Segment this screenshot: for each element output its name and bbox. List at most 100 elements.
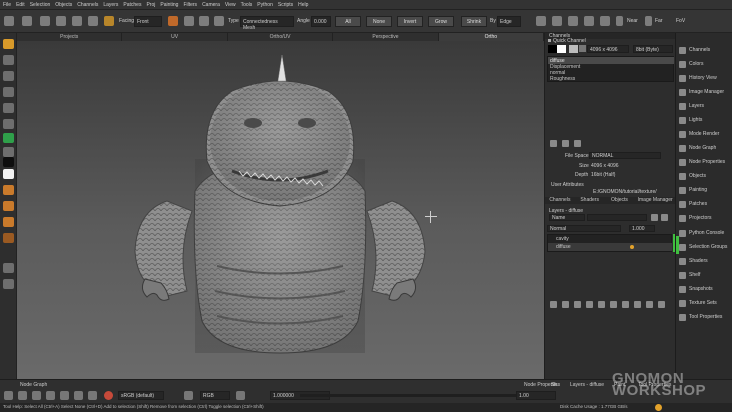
sidebar-item-objects[interactable]: Objects: [679, 171, 706, 181]
menu-objects[interactable]: Objects: [55, 2, 72, 8]
undo-bottom-icon[interactable]: [18, 391, 27, 400]
sidebar-item-node-graph[interactable]: Node Graph: [679, 143, 716, 153]
foreground-color-swatch[interactable]: [3, 157, 14, 167]
lasso-icon[interactable]: [184, 16, 194, 26]
tab-channels[interactable]: Channels: [545, 197, 575, 204]
tab-ortho-uv[interactable]: Ortho/UV: [228, 33, 334, 41]
paint-mode-icon[interactable]: [104, 16, 114, 26]
add-channel-icon[interactable]: [550, 140, 557, 147]
background-color-swatch[interactable]: [3, 169, 14, 179]
sidebar-item-colors[interactable]: Colors: [679, 59, 703, 69]
menu-channels[interactable]: Channels: [77, 2, 98, 8]
sidebar-item-node-properties[interactable]: Node Properties: [679, 157, 725, 167]
sidebar-item-layers[interactable]: Layers: [679, 101, 704, 111]
far-toggle-icon[interactable]: [645, 16, 652, 26]
layout-icon[interactable]: [3, 263, 14, 273]
camera-icon[interactable]: [552, 16, 562, 26]
rotate-icon[interactable]: [46, 391, 55, 400]
layer-search-field[interactable]: [587, 214, 647, 221]
sidebar-item-projectors[interactable]: Projectors: [679, 213, 712, 223]
wireframe-icon[interactable]: [584, 16, 594, 26]
shrink-button[interactable]: Shrink: [461, 16, 487, 27]
tab-node-graph[interactable]: Node Graph: [20, 382, 47, 388]
paint-tool-icon[interactable]: [3, 119, 14, 129]
tab-objects[interactable]: Objects: [605, 197, 635, 204]
duplicate-layer-icon[interactable]: [610, 301, 617, 308]
smudge-tool-icon[interactable]: [3, 185, 14, 195]
sidebar-item-painting[interactable]: Painting: [679, 185, 707, 195]
gamma-field[interactable]: 1.00: [516, 391, 556, 400]
layer-options-icon[interactable]: [634, 301, 641, 308]
blur-tool-icon[interactable]: [3, 201, 14, 211]
menu-tools[interactable]: Tools: [241, 2, 253, 8]
facing-dropdown[interactable]: Front: [134, 16, 162, 27]
menu-layers[interactable]: Layers: [103, 2, 118, 8]
brush-icon[interactable]: [72, 16, 82, 26]
brush-settings-icon[interactable]: [3, 233, 14, 243]
scale-tool-icon[interactable]: [3, 87, 14, 97]
near-toggle-icon[interactable]: [616, 16, 623, 26]
by-dropdown[interactable]: Edge: [497, 16, 521, 27]
sidebar-item-selection-groups[interactable]: Selection Groups: [679, 242, 727, 252]
channel-settings-icon[interactable]: [562, 140, 569, 147]
menu-file[interactable]: File: [3, 2, 11, 8]
menu-edit[interactable]: Edit: [16, 2, 25, 8]
sidebar-item-mode-render[interactable]: Mode Render: [679, 129, 719, 139]
channel-view-dropdown[interactable]: RGB: [200, 391, 230, 400]
menu-filters[interactable]: Filters: [183, 2, 197, 8]
creature-model[interactable]: [17, 41, 544, 379]
color-wheel-icon[interactable]: [104, 391, 113, 400]
sidebar-item-snapshots[interactable]: Snapshots: [679, 284, 713, 294]
sidebar-item-texture-sets[interactable]: Texture Sets: [679, 298, 717, 308]
add-layer-icon[interactable]: [550, 301, 557, 308]
tab-shaders[interactable]: Shaders: [575, 197, 605, 204]
select-none-button[interactable]: None: [366, 16, 392, 27]
fill-tool-icon[interactable]: [3, 133, 14, 143]
layer-search-icon[interactable]: [651, 214, 658, 221]
add-mask-icon[interactable]: [586, 301, 593, 308]
tab-layers-diffuse[interactable]: Layers - diffuse: [570, 382, 604, 388]
sidebar-item-tool-properties[interactable]: Tool Properties: [679, 312, 722, 322]
channel-size-dropdown[interactable]: 4096 x 4096: [587, 45, 629, 53]
sidebar-item-channels[interactable]: Channels: [679, 45, 710, 55]
menu-patches[interactable]: Patches: [123, 2, 141, 8]
type-dropdown[interactable]: Connectedness Mesh: [240, 16, 294, 31]
new-project-icon[interactable]: [4, 16, 14, 26]
ellipse-icon[interactable]: [214, 16, 224, 26]
open-icon[interactable]: [22, 16, 32, 26]
layer-trash-icon[interactable]: [661, 214, 668, 221]
blend-mode-dropdown[interactable]: Normal: [547, 225, 621, 232]
layer-cache-icon[interactable]: [646, 301, 653, 308]
sidebar-item-lights[interactable]: Lights: [679, 115, 702, 125]
add-procedural-icon[interactable]: [574, 301, 581, 308]
sidebar-item-history[interactable]: History View: [679, 73, 717, 83]
delete-layer-icon[interactable]: [658, 301, 665, 308]
select-icon[interactable]: [88, 16, 98, 26]
select-tool-icon[interactable]: [3, 39, 14, 49]
eraser-tool-icon[interactable]: [3, 217, 14, 227]
lut-icon[interactable]: [184, 391, 193, 400]
undo-icon[interactable]: [56, 16, 66, 26]
sidebar-item-shaders[interactable]: Shaders: [679, 256, 708, 266]
user-attributes-label[interactable]: User Attributes: [551, 182, 584, 188]
opacity-field[interactable]: 1.000: [629, 225, 655, 232]
scale-icon[interactable]: [60, 391, 69, 400]
3d-viewport[interactable]: [17, 41, 544, 379]
clone-tool-icon[interactable]: [3, 147, 14, 157]
sidebar-item-shelf[interactable]: Shelf: [679, 270, 700, 280]
menu-camera[interactable]: Camera: [202, 2, 220, 8]
menu-proj[interactable]: Proj: [146, 2, 155, 8]
color-swatch-icon[interactable]: [168, 16, 178, 26]
rotate-tool-icon[interactable]: [3, 71, 14, 81]
transform-tool-icon[interactable]: [3, 55, 14, 65]
move-icon[interactable]: [32, 391, 41, 400]
layer-row-diffuse[interactable]: diffuse: [548, 243, 672, 251]
name-filter-dropdown[interactable]: Name: [549, 214, 585, 221]
add-adjustment-icon[interactable]: [562, 301, 569, 308]
exposure-icon[interactable]: [236, 391, 245, 400]
channel-row-roughness[interactable]: Roughness: [548, 75, 674, 82]
tab-sh[interactable]: Sh.: [551, 382, 559, 388]
grid-view-icon[interactable]: [3, 279, 14, 289]
grow-button[interactable]: Grow: [428, 16, 454, 27]
tab-perspective[interactable]: Perspective: [333, 33, 439, 41]
